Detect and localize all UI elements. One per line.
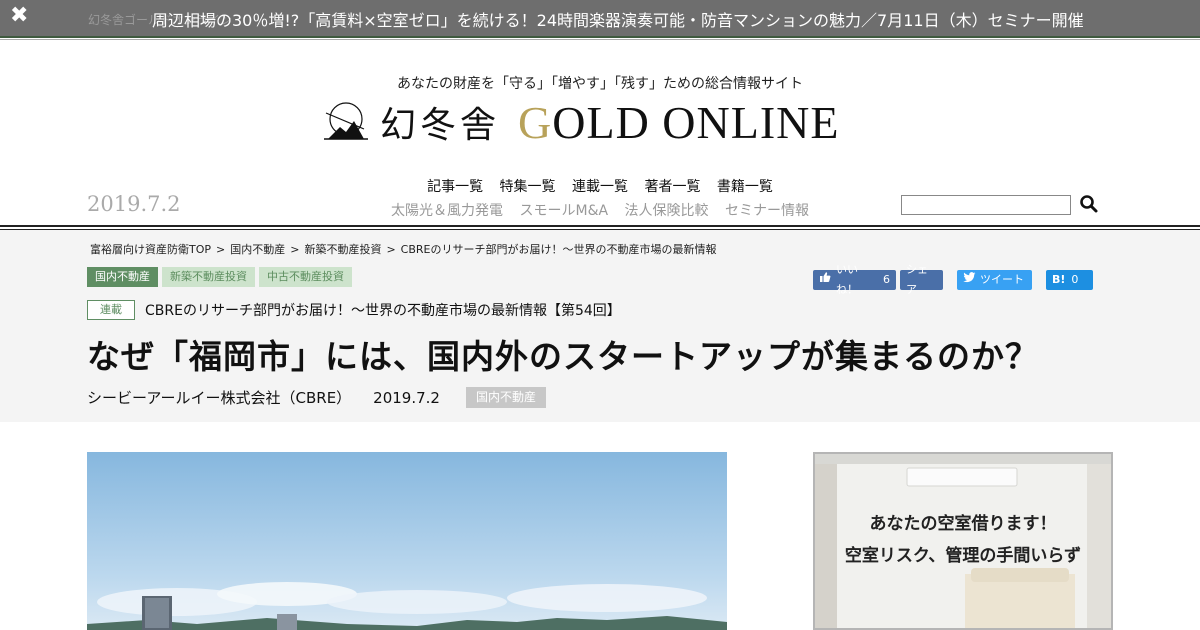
close-icon[interactable]: ✖ xyxy=(10,4,28,28)
social-buttons: いいね！ 6 シェア ツイート B! 0 xyxy=(813,263,1093,296)
breadcrumb-separator: > xyxy=(216,243,226,256)
banner-message[interactable]: 周辺相場の30％増!?「高賃料×空室ゼロ」を続ける！24時間楽器演奏可能・防音マ… xyxy=(152,7,1084,31)
breadcrumb-separator: > xyxy=(290,243,300,256)
tag-list: 国内不動産 新築不動産投資 中古不動産投資 xyxy=(87,267,356,287)
breadcrumb-separator: > xyxy=(386,243,396,256)
breadcrumb-item-top[interactable]: 富裕層向け資産防衛TOP xyxy=(90,243,211,256)
nav-articles[interactable]: 記事一覧 xyxy=(427,179,483,195)
breadcrumb-item-current: CBREのリサーチ部門がお届け！～世界の不動産市場の最新情報 xyxy=(400,243,717,256)
tweet-label: ツイート xyxy=(980,273,1024,286)
subnav-solar-wind[interactable]: 太陽光＆風力発電 xyxy=(391,203,503,219)
subnav-corporate-insurance[interactable]: 法人保険比較 xyxy=(625,203,709,219)
banner-divider-thin xyxy=(0,39,1200,40)
logo-kanji: 幻冬舎 xyxy=(380,105,501,146)
twitter-bird-icon xyxy=(963,270,976,290)
nav-authors[interactable]: 著者一覧 xyxy=(644,179,700,195)
subnav-seminars[interactable]: セミナー情報 xyxy=(725,203,809,219)
ad-headline: あなたの空室借ります！ xyxy=(869,514,1057,534)
tag-used-property-investment[interactable]: 中古不動産投資 xyxy=(259,267,352,287)
notice-banner[interactable]: 幻冬舎ゴールドオンライン ✖ 周辺相場の30％増!?「高賃料×空室ゼロ」を続ける… xyxy=(0,0,1200,36)
tag-new-build-investment[interactable]: 新築不動産投資 xyxy=(162,267,255,287)
sidebar-ad-banner[interactable]: あなたの空室借ります！ 空室リスク、管理の手間いらず xyxy=(813,452,1113,630)
ad-subline: 空室リスク、管理の手間いらず xyxy=(844,546,1082,566)
main-nav: 記事一覧 特集一覧 連載一覧 著者一覧 書籍一覧 xyxy=(0,176,1200,196)
article-author[interactable]: シービーアールイー株式会社（CBRE） xyxy=(87,387,351,408)
hatena-bookmark-icon: B! xyxy=(1052,273,1066,286)
header-divider xyxy=(0,225,1200,227)
search-icon[interactable] xyxy=(1079,194,1099,214)
logo-wordmark: GOLD ONLINE xyxy=(518,96,839,149)
breadcrumb-item-domestic-real-estate[interactable]: 国内不動産 xyxy=(230,243,285,256)
breadcrumb: 富裕層向け資産防衛TOP > 国内不動産 > 新築不動産投資 > CBREのリサーチ部門がお… xyxy=(90,241,717,257)
nav-series[interactable]: 連載一覧 xyxy=(572,179,628,195)
search-input[interactable] xyxy=(901,195,1071,215)
site-tagline: あなたの財産を「守る」「増やす」「残す」ための総合情報サイト xyxy=(397,76,803,92)
logo-emblem-icon xyxy=(324,102,368,140)
article-category-badge[interactable]: 国内不動産 xyxy=(465,387,546,408)
logo-wordmark-rest: OLD ONLINE xyxy=(552,96,840,148)
nav-features[interactable]: 特集一覧 xyxy=(500,179,556,195)
series-label[interactable]: 連載 xyxy=(87,300,135,320)
facebook-like-button[interactable]: いいね！ 6 xyxy=(813,263,896,296)
article-byline: シービーアールイー株式会社（CBRE） 2019.7.2 国内不動産 xyxy=(87,387,546,408)
site-logo[interactable]: 幻冬舎 GOLD ONLINE xyxy=(320,96,839,149)
article-headline: なぜ「福岡市」には、国内外のスタートアップが集まるのか？ xyxy=(87,337,1039,376)
article-hero-image xyxy=(87,452,727,630)
subnav-small-ma[interactable]: スモールM&A xyxy=(519,203,608,219)
hatena-bookmark-button[interactable]: B! 0 xyxy=(1046,270,1093,290)
article-date: 2019.7.2 xyxy=(373,388,440,407)
tweet-button[interactable]: ツイート xyxy=(957,270,1032,290)
series-info: 連載 CBREのリサーチ部門がお届け！～世界の不動産市場の最新情報【第54回】 xyxy=(87,300,621,320)
facebook-share-button[interactable]: シェア xyxy=(900,263,943,296)
tag-domestic-real-estate[interactable]: 国内不動産 xyxy=(87,267,158,287)
logo-wordmark-g: G xyxy=(518,96,553,148)
thumbs-up-icon xyxy=(819,270,831,290)
facebook-share-label: シェア xyxy=(906,263,928,296)
breadcrumb-item-new-build[interactable]: 新築不動産投資 xyxy=(304,243,381,256)
nav-books[interactable]: 書籍一覧 xyxy=(717,179,773,195)
facebook-like-count: 6 xyxy=(883,273,890,286)
facebook-like-label: いいね！ xyxy=(836,263,858,296)
banner-divider xyxy=(0,36,1200,38)
series-title[interactable]: CBREのリサーチ部門がお届け！～世界の不動産市場の最新情報【第54回】 xyxy=(145,300,621,320)
hatena-bookmark-count: 0 xyxy=(1071,273,1079,286)
